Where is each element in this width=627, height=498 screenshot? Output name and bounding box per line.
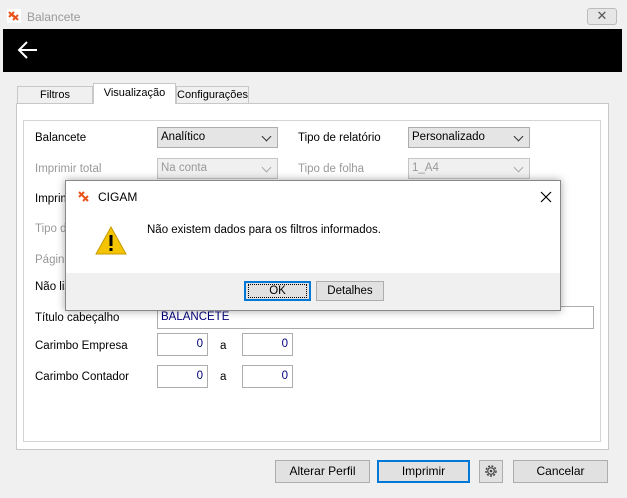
imprimir-total-label: Imprimir total	[35, 163, 102, 175]
warning-icon	[95, 225, 127, 255]
chevron-down-icon	[261, 162, 272, 173]
dialog-title: CIGAM	[98, 190, 138, 204]
message-dialog: CIGAM Não existem dados para os filtros …	[65, 180, 561, 311]
balancete-label: Balancete	[35, 132, 87, 144]
carimbo-contador-to-input[interactable]: 0	[242, 365, 293, 388]
dialog-message: Não existem dados para os filtros inform…	[147, 224, 381, 236]
alterar-perfil-button[interactable]: Alterar Perfil	[275, 460, 370, 483]
tab-visualizacao[interactable]: Visualização	[93, 83, 176, 104]
dialog-close-icon[interactable]	[536, 187, 556, 207]
tipo-folha-select-value: 1_A4	[412, 162, 439, 174]
window-close-button[interactable]: ✕	[587, 8, 617, 25]
carimbo-empresa-to-input[interactable]: 0	[242, 333, 293, 356]
header-bar	[3, 29, 622, 72]
app-logo-icon	[7, 9, 21, 23]
dialog-button-bar	[66, 273, 560, 310]
carimbo-empresa-label: Carimbo Empresa	[35, 340, 128, 352]
chevron-down-icon	[261, 131, 272, 142]
carimbo-empresa-from-input[interactable]: 0	[157, 333, 208, 356]
tipo-relatorio-select[interactable]: Personalizado	[408, 127, 530, 148]
back-arrow-icon[interactable]	[17, 39, 39, 61]
pagina-option-label: Págin	[35, 254, 65, 266]
window-title: Balancete	[27, 10, 81, 24]
imprimir-total-select-value: Na conta	[161, 162, 208, 174]
settings-button[interactable]	[479, 460, 503, 483]
carimbo-empresa-range-separator: a	[220, 340, 227, 352]
gear-icon	[485, 465, 497, 477]
chevron-down-icon	[513, 162, 524, 173]
tipo-option-label: Tipo d	[35, 223, 67, 235]
cancelar-button[interactable]: Cancelar	[513, 460, 608, 483]
titulo-cabecalho-label: Título cabeçalho	[35, 312, 120, 324]
balancete-select-value: Analítico	[161, 131, 206, 143]
carimbo-contador-label: Carimbo Contador	[35, 371, 129, 383]
ok-button[interactable]: OK	[244, 281, 311, 301]
app-logo-icon	[78, 191, 89, 202]
tipo-folha-select: 1_A4	[408, 158, 530, 179]
focus-rectangle	[248, 284, 307, 298]
tab-configuracoes[interactable]: Configurações	[176, 86, 249, 103]
title-bar	[0, 0, 627, 29]
detalhes-button[interactable]: Detalhes	[316, 281, 384, 301]
tipo-relatorio-label: Tipo de relatório	[298, 132, 381, 144]
tab-filtros[interactable]: Filtros	[17, 86, 93, 103]
tipo-relatorio-select-value: Personalizado	[412, 131, 485, 143]
tipo-folha-label: Tipo de folha	[298, 163, 365, 175]
carimbo-contador-range-separator: a	[220, 371, 227, 383]
imprimir-total-select: Na conta	[157, 158, 278, 179]
balancete-select[interactable]: Analítico	[157, 127, 278, 148]
chevron-down-icon	[513, 131, 524, 142]
imprimir-button[interactable]: Imprimir	[377, 460, 470, 483]
carimbo-contador-from-input[interactable]: 0	[157, 365, 208, 388]
